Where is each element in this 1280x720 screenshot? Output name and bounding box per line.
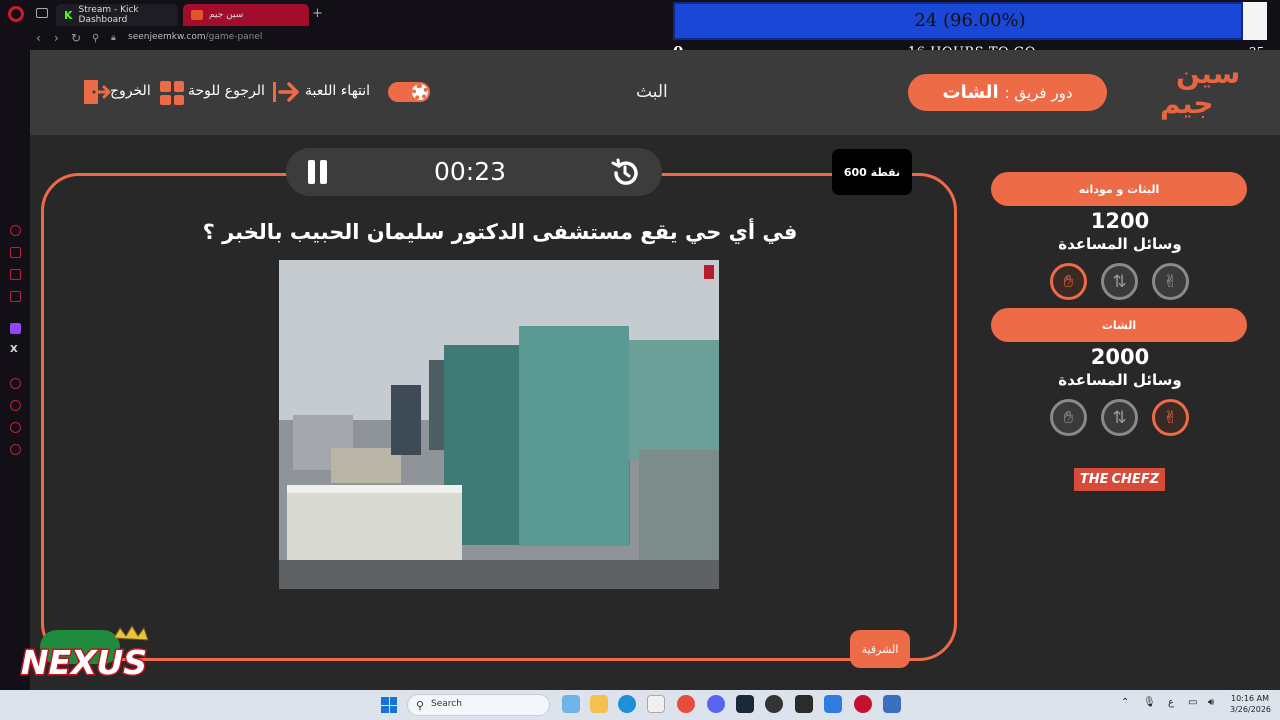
opera-logo-icon[interactable] — [8, 6, 24, 22]
reset-timer-icon[interactable] — [610, 158, 640, 188]
network-icon[interactable]: ▭ — [1188, 697, 1197, 708]
team2-name: الشات — [991, 308, 1247, 342]
reload-icon[interactable]: ↻ — [71, 31, 81, 45]
app2-icon[interactable] — [883, 695, 901, 713]
question-image — [279, 260, 719, 589]
app-icon[interactable] — [824, 695, 842, 713]
browser-sidebar: X — [0, 50, 30, 690]
exit-door-icon[interactable] — [83, 79, 111, 105]
chrome-icon[interactable] — [677, 695, 695, 713]
store-icon[interactable] — [647, 695, 665, 713]
swap-icon[interactable]: ⇅ — [1101, 263, 1138, 300]
team1-score: 1200 — [1090, 209, 1150, 233]
capcut-icon[interactable] — [795, 695, 813, 713]
seenjeem-logo: سين جيم — [1160, 60, 1240, 126]
logo-line1: سين — [1176, 57, 1241, 90]
team2-aids-label: وسائل المساعدة — [1058, 371, 1182, 389]
extensions-icon[interactable] — [10, 422, 21, 433]
peace-icon[interactable]: ✌︎ — [1152, 263, 1189, 300]
edge-icon[interactable] — [618, 695, 636, 713]
music-icon[interactable] — [10, 291, 21, 302]
progress-label: 24 (96.00%) — [914, 10, 1026, 31]
mic-icon[interactable]: 🎙︎ — [1143, 697, 1156, 708]
search-icon: ⚲ — [416, 699, 425, 712]
end-game-toggle[interactable] — [388, 82, 430, 102]
team2-score: 2000 — [1090, 345, 1150, 369]
settings-icon[interactable] — [10, 444, 21, 455]
team1-name: البثات و مودانه — [991, 172, 1247, 206]
bag-icon[interactable] — [10, 247, 21, 258]
current-team-pill: دور فريق : الشات — [908, 74, 1107, 111]
new-tab-icon[interactable]: + — [312, 6, 323, 21]
site-icon — [191, 10, 203, 20]
tab-label: Stream - Kick Dashboard — [78, 5, 139, 25]
windows-taskbar — [0, 690, 1280, 720]
clock-date: 3/26/2026 — [1230, 705, 1272, 714]
volume-icon[interactable]: 🔊︎ — [1208, 697, 1214, 708]
category-tab[interactable]: الشرقية — [850, 630, 910, 668]
toggle-knob — [412, 84, 428, 100]
back-icon[interactable]: ‹ — [36, 31, 41, 45]
search-label: Search — [431, 699, 462, 709]
swap-icon[interactable]: ⇅ — [1101, 399, 1138, 436]
taskbar-search[interactable]: ⚲ Search — [407, 694, 550, 716]
tab-label: سين جيم — [209, 10, 244, 20]
question-text: في أي حي يقع مستشفى الدكتور سليمان الحبي… — [202, 220, 798, 244]
file-explorer-icon[interactable] — [590, 695, 608, 713]
nexus-watermark: NEXUS — [19, 625, 149, 684]
copilot-icon[interactable] — [562, 695, 580, 713]
stream-goal-progress: 24 (96.00%) — [673, 2, 1267, 40]
url-path: /game-panel — [205, 32, 263, 42]
x-icon[interactable]: X — [10, 344, 18, 355]
back-to-board-label[interactable]: الرجوع للوحة — [188, 83, 265, 99]
nexus-text: NEXUS — [21, 643, 147, 682]
back-arrow-icon[interactable] — [272, 79, 300, 105]
hand-icon[interactable]: ✋︎ — [1050, 263, 1087, 300]
tab-seenjeem[interactable]: سين جيم — [183, 4, 309, 26]
history-icon[interactable] — [10, 400, 21, 411]
sponsor-logo: THE CHEFZ — [1074, 468, 1165, 491]
screen: K Stream - Kick Dashboard سين جيم + ‹ › … — [0, 0, 1280, 720]
opera-taskbar-icon[interactable] — [854, 695, 872, 713]
exit-label[interactable]: الخروج — [110, 83, 151, 99]
turn-label: دور فريق : — [1004, 83, 1073, 102]
board-grid-icon[interactable] — [160, 81, 184, 105]
header-title: البث — [636, 82, 668, 102]
lock-icon: 🔒︎ — [111, 33, 116, 43]
end-game-label[interactable]: انتهاء اللعبة — [305, 83, 370, 99]
url-field[interactable]: seenjeemkw.com/game-panel — [128, 32, 262, 42]
team1-aids-label: وسائل المساعدة — [1058, 235, 1182, 253]
url-domain: seenjeemkw.com — [128, 32, 206, 42]
start-icon[interactable] — [381, 697, 397, 713]
turn-team: الشات — [942, 82, 999, 103]
input-language[interactable]: ع — [1168, 697, 1174, 708]
peace-icon[interactable]: ✌︎ — [1152, 399, 1189, 436]
tray-chevron-icon[interactable]: ⌃ — [1121, 697, 1129, 708]
steam-icon[interactable] — [736, 695, 754, 713]
sponsor-name: CHEFZ — [1111, 472, 1160, 487]
player-icon[interactable] — [10, 378, 21, 389]
forward-icon[interactable]: › — [54, 31, 59, 45]
discord-icon[interactable] — [707, 695, 725, 713]
aria-icon[interactable] — [10, 225, 21, 236]
timer: 00:23 — [434, 157, 507, 186]
points-badge: 600 نقطة — [832, 149, 912, 195]
sponsor-the: THE — [1079, 472, 1109, 487]
tab-manager-icon[interactable] — [36, 8, 48, 18]
site-settings-icon[interactable]: ⚲ — [92, 33, 99, 44]
twitch-icon[interactable] — [10, 323, 21, 334]
obs-icon[interactable] — [765, 695, 783, 713]
clock-time: 10:16 AM — [1231, 694, 1269, 703]
logo-line2: جيم — [1160, 87, 1214, 120]
kick-icon: K — [64, 8, 73, 22]
pause-icon[interactable] — [308, 160, 328, 184]
taskbar-clock[interactable]: 10:16 AM 3/26/2026 — [1230, 693, 1272, 715]
tab-kick-dashboard[interactable]: K Stream - Kick Dashboard — [56, 4, 178, 26]
messenger-icon[interactable] — [10, 269, 21, 280]
hand-icon[interactable]: ✋︎ — [1050, 399, 1087, 436]
